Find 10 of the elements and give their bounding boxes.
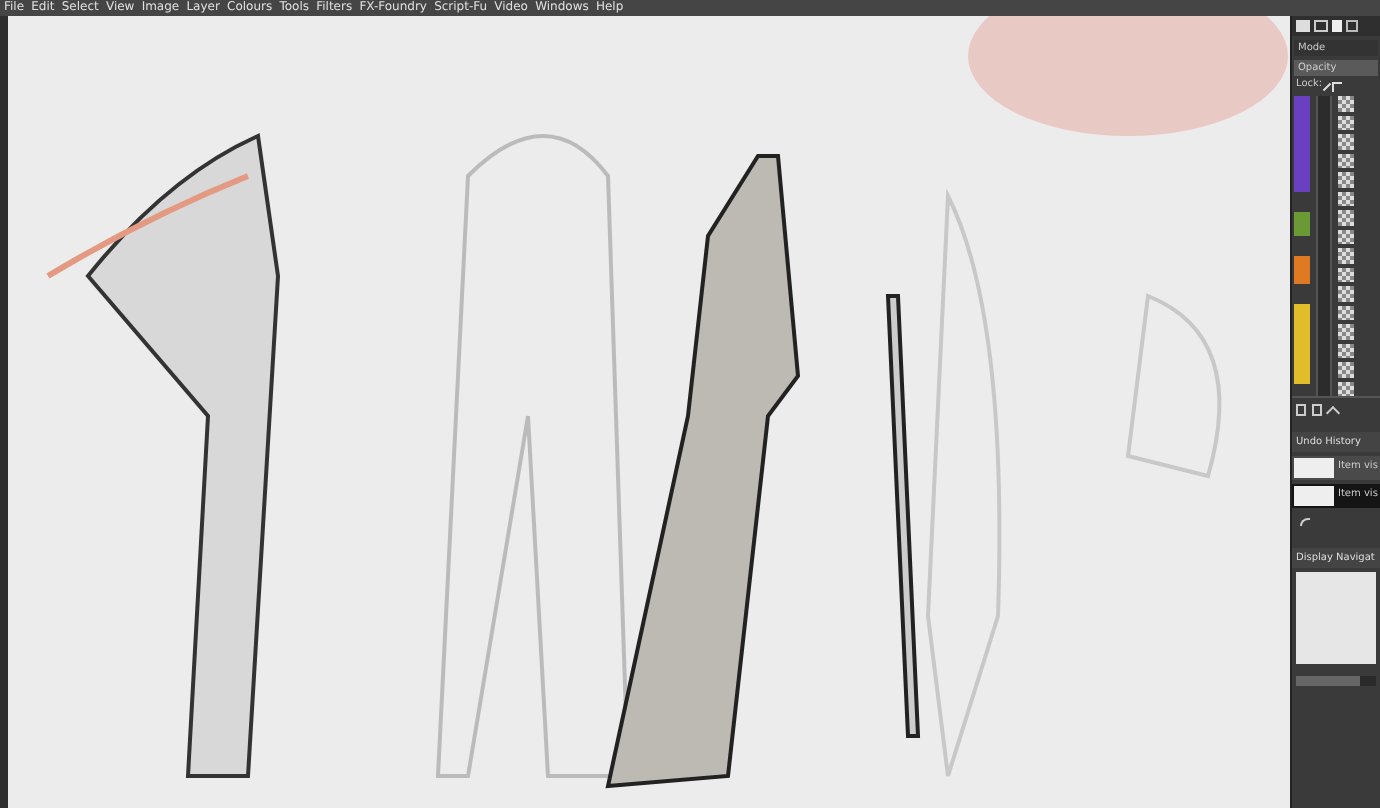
layer-color-tag[interactable] [1294, 212, 1310, 236]
history-thumbnail [1294, 458, 1334, 478]
zoom-slider-fill[interactable] [1296, 676, 1360, 686]
layer-color-tag[interactable] [1294, 256, 1310, 284]
layer-color-tag[interactable] [1294, 304, 1310, 384]
navigator-preview [1296, 572, 1376, 664]
brush-icon[interactable] [1322, 81, 1332, 91]
undo-icon[interactable] [1300, 518, 1310, 526]
layer-color-tag[interactable] [1294, 96, 1310, 192]
history-thumbnail [1294, 486, 1334, 506]
